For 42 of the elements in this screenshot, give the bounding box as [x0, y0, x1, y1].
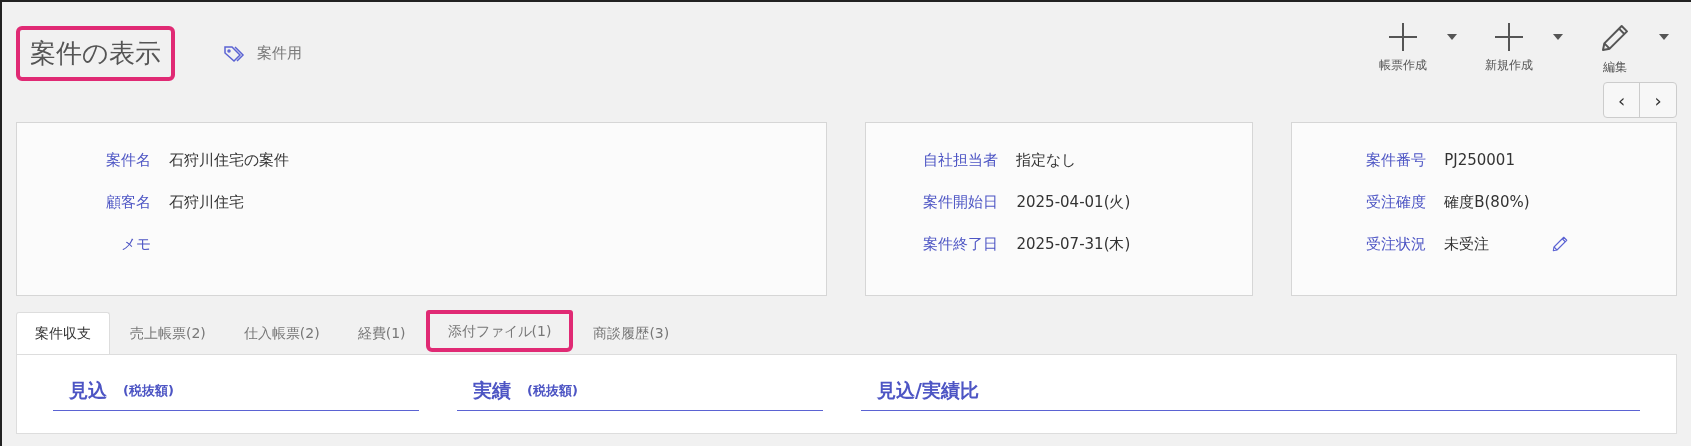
field-value: 石狩川住宅の案件 [169, 149, 289, 171]
tab[interactable]: 商談履歴(3) [575, 312, 688, 354]
field-label: 案件開始日 [922, 191, 999, 213]
field-value: 石狩川住宅 [169, 191, 244, 213]
field-value: 2025-04-01(火) [1016, 191, 1131, 213]
tab[interactable]: 仕入帳票(2) [225, 312, 338, 354]
field-label: 案件名 [105, 149, 151, 171]
field-label: メモ [120, 233, 151, 255]
field-value: PJ250001 [1444, 149, 1515, 171]
field-label: 受注状況 [1365, 233, 1427, 255]
field-value: 2025-07-31(木) [1016, 233, 1131, 255]
section-header: 見込 (税抜額) [53, 371, 419, 411]
pencil-icon [1599, 22, 1631, 54]
caret-icon [1659, 34, 1669, 40]
page-title: 案件の表示 [16, 26, 175, 81]
toolbar-button[interactable]: 新規作成 [1473, 22, 1563, 76]
plus-icon [1494, 22, 1524, 52]
field-label: 自社担当者 [922, 149, 999, 171]
next-button[interactable]: › [1640, 83, 1676, 117]
tag-icon [223, 44, 245, 63]
field-label: 顧客名 [105, 191, 151, 213]
field-value: 未受注 [1444, 233, 1490, 255]
previous-button[interactable]: ‹ [1604, 83, 1640, 117]
tab[interactable]: 売上帳票(2) [112, 312, 224, 354]
caret-icon [1447, 34, 1457, 40]
pencil-icon [1551, 235, 1570, 253]
tag-label: 案件用 [257, 43, 302, 65]
field-label: 受注確度 [1365, 191, 1427, 213]
tab[interactable]: 添付ファイル(1) [425, 310, 574, 352]
plus-icon [1388, 22, 1418, 52]
field-label: 案件終了日 [922, 233, 999, 255]
caret-icon [1553, 34, 1563, 40]
edit-button[interactable] [1551, 235, 1570, 253]
section-header: 実績 (税抜額) [457, 371, 823, 411]
field-label: 案件番号 [1365, 149, 1427, 171]
tab[interactable]: 経費(1) [339, 312, 424, 354]
toolbar-button[interactable]: 帳票作成 [1367, 22, 1457, 76]
toolbar-button[interactable]: 編集 [1579, 22, 1669, 76]
field-value: 指定なし [1016, 149, 1077, 171]
section-header: 見込/実績比 [861, 371, 1640, 411]
tab[interactable]: 案件収支 [16, 312, 110, 354]
field-value: 確度B(80%) [1444, 191, 1530, 213]
